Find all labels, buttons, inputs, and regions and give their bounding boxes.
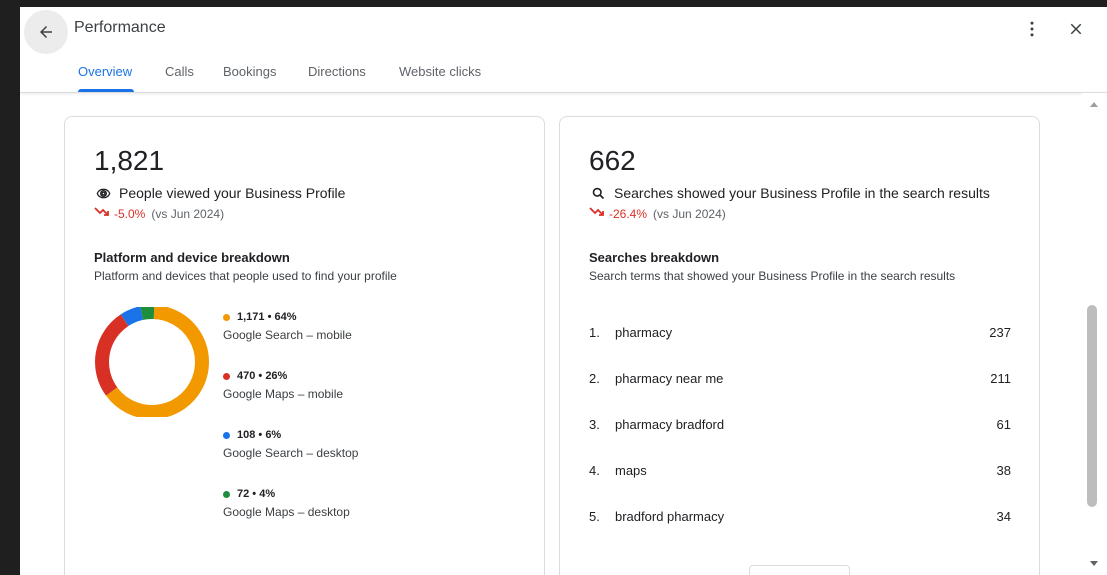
tab-bookings[interactable]: Bookings <box>223 64 276 79</box>
tab-calls[interactable]: Calls <box>165 64 194 79</box>
scroll-up-arrow[interactable] <box>1090 102 1098 107</box>
more-options-button[interactable] <box>1020 17 1044 41</box>
trending-down-icon <box>589 206 605 221</box>
searches-change: -26.4% (vs Jun 2024) <box>589 206 726 221</box>
search-count: 34 <box>996 509 1011 524</box>
legend-value: 1,171 • 64% <box>237 311 297 323</box>
legend-item: 72 • 4% Google Maps – desktop <box>223 488 350 519</box>
views-change-value: -5.0% <box>114 206 146 221</box>
searches-comparison: (vs Jun 2024) <box>653 206 726 221</box>
legend-item: 470 • 26% Google Maps – mobile <box>223 370 343 401</box>
search-term: pharmacy bradford <box>615 417 725 432</box>
platform-breakdown-subtitle: Platform and devices that people used to… <box>94 269 397 283</box>
close-icon <box>1070 23 1082 35</box>
search-term: bradford pharmacy <box>615 509 725 524</box>
legend-dot <box>223 431 230 439</box>
search-term-row: 5. bradford pharmacy 34 <box>589 509 1011 529</box>
search-count: 38 <box>996 463 1011 478</box>
legend-label: Google Maps – desktop <box>223 505 350 519</box>
searches-breakdown-title: Searches breakdown <box>589 250 720 265</box>
search-term: maps <box>615 463 647 478</box>
dialog-header: Performance Overview Calls Bookings Dire… <box>20 7 1107 93</box>
searches-card: 662 Searches showed your Business Profil… <box>559 116 1040 575</box>
search-term-row: 3. pharmacy bradford 61 <box>589 417 1011 437</box>
search-rank: 2. <box>589 371 600 386</box>
views-metric: People viewed your Business Profile <box>94 184 345 202</box>
scroll-down-arrow[interactable] <box>1090 561 1098 566</box>
search-rank: 1. <box>589 325 600 340</box>
searches-metric: Searches showed your Business Profile in… <box>589 184 990 202</box>
search-term-row: 2. pharmacy near me 211 <box>589 371 1011 391</box>
views-comparison: (vs Jun 2024) <box>151 206 225 221</box>
legend-label: Google Maps – mobile <box>223 387 344 401</box>
search-count: 211 <box>990 371 1011 386</box>
search-count: 237 <box>989 325 1011 340</box>
legend-dot <box>223 313 230 321</box>
views-change: -5.0% (vs Jun 2024) <box>94 206 224 221</box>
legend-dot <box>223 372 230 380</box>
search-term: pharmacy near me <box>615 371 724 386</box>
content-area: 1,821 People viewed your Business Profil… <box>20 93 1082 575</box>
see-more-button[interactable] <box>749 565 850 575</box>
scroll-thumb[interactable] <box>1087 305 1097 507</box>
tab-directions[interactable]: Directions <box>308 64 366 79</box>
legend-label: Google Search – mobile <box>223 328 352 342</box>
performance-dialog: Performance Overview Calls Bookings Dire… <box>20 7 1107 575</box>
searches-change-value: -26.4% <box>609 206 648 221</box>
legend-value: 108 • 6% <box>237 429 282 441</box>
tab-website-clicks[interactable]: Website clicks <box>399 64 481 79</box>
searches-breakdown-subtitle: Search terms that showed your Business P… <box>589 269 956 283</box>
trending-down-icon <box>94 206 110 221</box>
views-metric-label: People viewed your Business Profile <box>119 185 346 201</box>
legend-item: 1,171 • 64% Google Search – mobile <box>223 311 352 342</box>
search-term-row: 1. pharmacy 237 <box>589 325 1011 345</box>
search-rank: 5. <box>589 509 600 524</box>
tab-overview[interactable]: Overview <box>78 64 132 79</box>
close-button[interactable] <box>1064 17 1088 41</box>
legend-value: 470 • 26% <box>237 370 288 382</box>
eye-icon <box>94 184 112 202</box>
platform-breakdown-title: Platform and device breakdown <box>94 250 290 265</box>
page-title: Performance <box>74 19 166 36</box>
donut-slice-maps-mobile <box>95 314 129 396</box>
search-rank: 3. <box>589 417 600 432</box>
legend-dot <box>223 490 230 498</box>
searches-total: 662 <box>589 145 636 176</box>
more-vert-icon <box>1030 21 1034 37</box>
search-rank: 4. <box>589 463 600 478</box>
search-icon <box>589 184 607 202</box>
donut-slice-maps-desktop <box>140 307 155 320</box>
searches-metric-label: Searches showed your Business Profile in… <box>614 185 990 201</box>
legend-value: 72 • 4% <box>237 488 276 500</box>
arrow-back-icon <box>40 26 52 38</box>
views-total: 1,821 <box>94 145 165 176</box>
donut-slice-search-desktop <box>120 307 144 327</box>
legend-item: 108 • 6% Google Search – desktop <box>223 429 358 460</box>
search-count: 61 <box>996 417 1011 432</box>
vertical-scrollbar[interactable] <box>1082 93 1107 575</box>
search-term: pharmacy <box>615 325 673 340</box>
profile-views-card: 1,821 People viewed your Business Profil… <box>64 116 545 575</box>
back-button[interactable] <box>24 10 68 54</box>
legend-label: Google Search – desktop <box>223 446 359 460</box>
platform-donut-chart <box>95 307 209 417</box>
search-term-row: 4. maps 38 <box>589 463 1011 483</box>
